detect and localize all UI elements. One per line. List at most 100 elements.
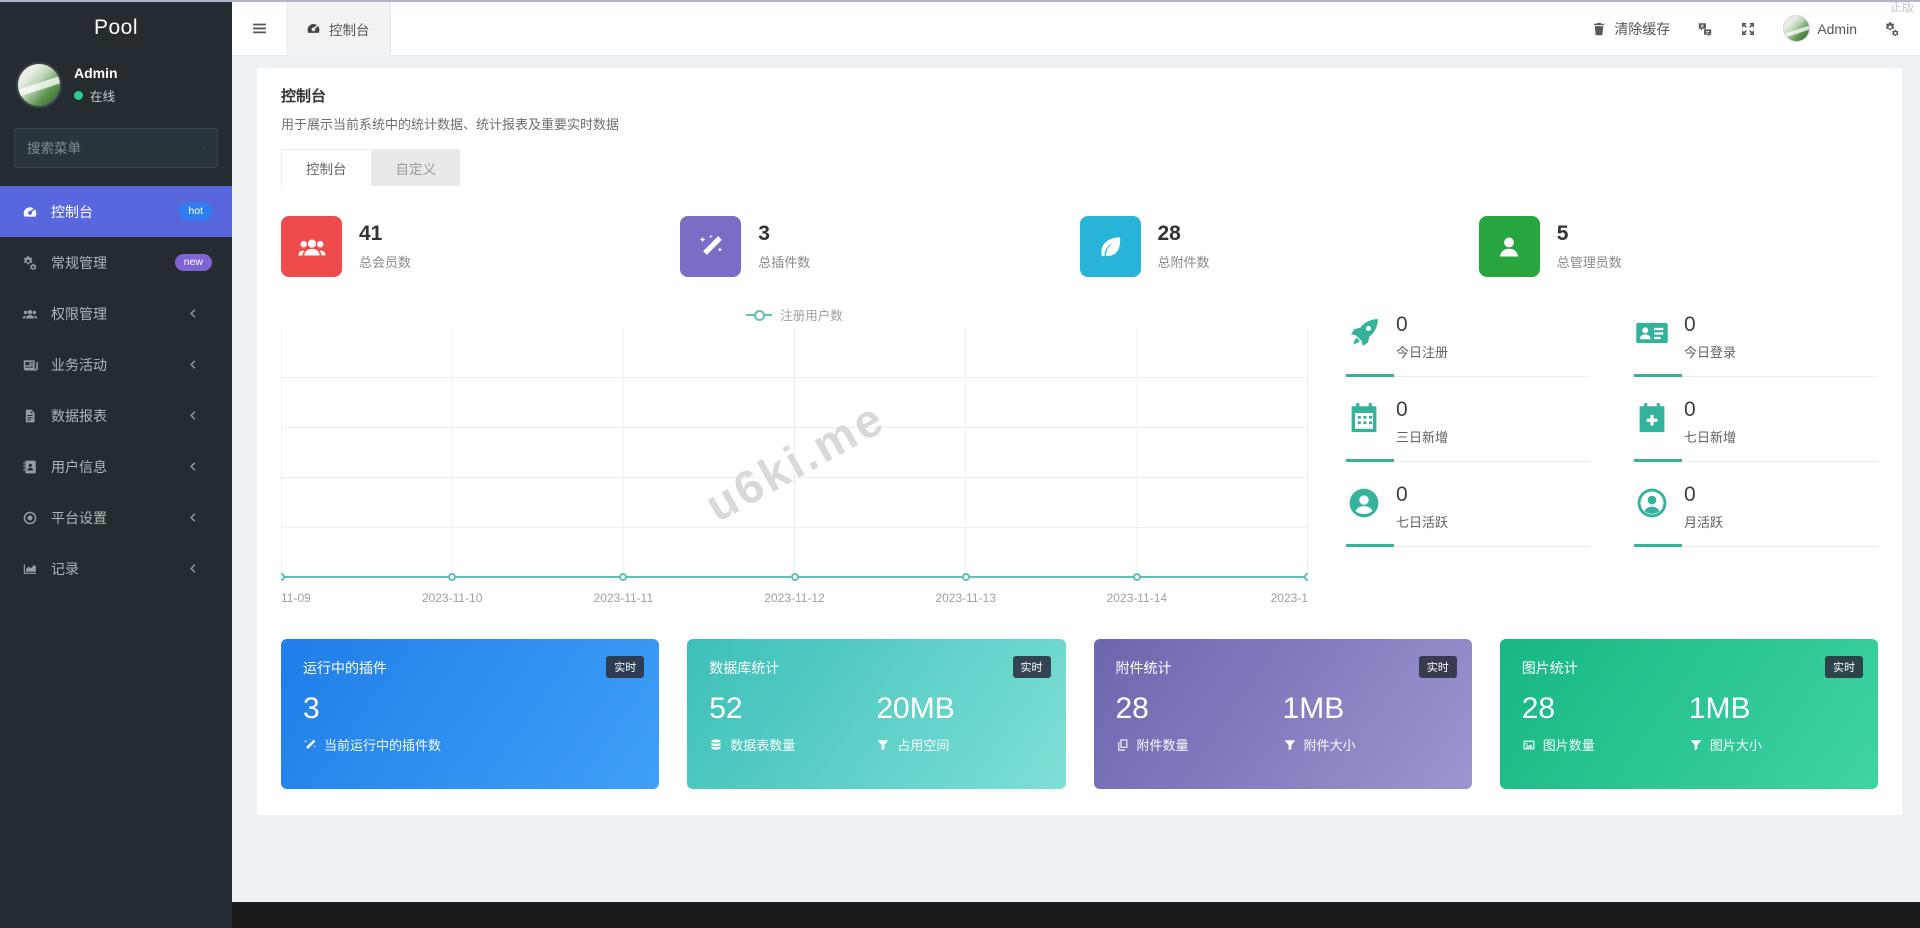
funnel-icon [1689, 738, 1703, 752]
data-point[interactable] [619, 573, 628, 581]
area-chart-icon [22, 561, 38, 577]
online-dot-icon [74, 91, 83, 100]
accent-underline [1346, 374, 1590, 377]
x-tick: 2023-11-12 [764, 591, 825, 605]
topbar: 控制台 清除缓存 Admin 正版 [232, 0, 1920, 56]
tab-dashboard[interactable]: 控制台 [281, 149, 372, 186]
sidebar-item-business[interactable]: 业务活动 [0, 339, 232, 390]
id-card-icon [1634, 315, 1670, 351]
database-icon [709, 738, 723, 752]
user-menu[interactable]: Admin [1783, 15, 1857, 42]
image-icon [1522, 738, 1536, 752]
sidebar-item-reports[interactable]: 数据报表 [0, 390, 232, 441]
fullscreen-button[interactable] [1740, 21, 1756, 37]
funnel-icon [1283, 738, 1297, 752]
page-subtitle: 用于展示当前系统中的统计数据、统计报表及重要实时数据 [281, 117, 620, 132]
sidebar-item-auth[interactable]: 权限管理 [0, 288, 232, 339]
bottom-dark-strip [232, 902, 1920, 928]
cogs-icon [1884, 21, 1900, 37]
stats-row: 41 总会员数 3 总插件数 28 总附件数 5 总管理员数 [281, 216, 1878, 277]
sidebar: Pool Admin 在线 控制台 hot 常规管理 new [0, 2, 232, 928]
clear-cache-button[interactable]: 清除缓存 [1591, 19, 1670, 39]
chevron-left-icon [186, 511, 199, 524]
users-icon [22, 306, 38, 322]
stat-admins: 5 总管理员数 [1478, 216, 1878, 277]
data-point[interactable] [281, 573, 285, 581]
topbar-tab-dashboard[interactable]: 控制台 [286, 1, 391, 56]
brand-logo: Pool [93, 16, 139, 39]
card-running-plugins[interactable]: 运行中的插件 实时 3 当前运行中的插件数 [281, 639, 660, 789]
leaf-icon [1096, 233, 1124, 261]
sidebar-item-records[interactable]: 记录 [0, 543, 232, 594]
page-title: 控制台 [281, 88, 327, 105]
search-input[interactable] [27, 140, 204, 156]
sidebar-toggle-button[interactable] [232, 2, 286, 56]
sidebar-item-dashboard[interactable]: 控制台 hot [0, 186, 232, 237]
sidebar-item-platform[interactable]: 平台设置 [0, 492, 232, 543]
quick-stat-7day-new: 0 七日新增 [1634, 398, 1878, 462]
page-content: 控制台 用于展示当前系统中的统计数据、统计报表及重要实时数据 控制台 自定义 4… [232, 56, 1920, 928]
realtime-badge: 实时 [1825, 656, 1863, 678]
magic-wand-icon [697, 233, 725, 261]
x-tick: 2023-11-13 [935, 591, 996, 605]
calendar-icon [1346, 400, 1382, 436]
chart-legend[interactable]: 注册用户数 [281, 305, 1308, 324]
x-tick: 2023-11-11 [593, 591, 654, 605]
accent-underline [1346, 544, 1590, 547]
avatar[interactable] [16, 62, 62, 108]
sidebar-item-user-info[interactable]: 用户信息 [0, 441, 232, 492]
data-point[interactable] [790, 573, 799, 581]
dashboard-icon [306, 21, 321, 36]
search-icon[interactable] [204, 141, 205, 155]
address-book-icon [22, 459, 38, 475]
card-attachments[interactable]: 附件统计 实时 28 附件数量 1MB 附件大小 [1093, 639, 1472, 789]
stat-plugins: 3 总插件数 [680, 216, 1079, 277]
card-database[interactable]: 数据库统计 实时 52 数据表数量 20MB 占用空间 [687, 639, 1066, 789]
sidebar-menu: 控制台 hot 常规管理 new 权限管理 业务活动 数据报表 用户信息 平台设… [0, 186, 232, 594]
accent-underline [1346, 459, 1590, 462]
fullscreen-icon [1740, 21, 1756, 37]
stat-attachments: 28 总附件数 [1079, 216, 1479, 277]
accent-underline [1634, 459, 1878, 462]
chevron-left-icon [186, 307, 199, 320]
menu-search[interactable] [14, 128, 218, 168]
settings-button[interactable] [1884, 21, 1900, 37]
chart-grid [281, 327, 1308, 577]
tab-custom[interactable]: 自定义 [371, 149, 460, 186]
data-point[interactable] [961, 573, 970, 581]
sidebar-item-general[interactable]: 常规管理 new [0, 237, 232, 288]
newspaper-icon [22, 357, 38, 373]
realtime-badge: 实时 [606, 656, 645, 678]
data-point[interactable] [1132, 573, 1141, 581]
x-tick: 2023-11-14 [1106, 591, 1168, 605]
stat-members: 41 总会员数 [281, 216, 680, 277]
dashboard-icon [22, 204, 38, 220]
quick-stat-today-registered: 0 今日注册 [1346, 313, 1590, 377]
legend-marker-icon [746, 309, 773, 321]
trash-icon [1591, 21, 1607, 37]
accent-underline [1634, 374, 1878, 377]
chevron-left-icon [186, 358, 199, 371]
card-images[interactable]: 图片统计 实时 28 图片数量 1MB 图片大小 [1499, 639, 1878, 789]
rocket-icon [1346, 315, 1382, 351]
language-icon [1697, 21, 1713, 37]
users-icon [297, 232, 327, 262]
x-tick: 2023-1 [1270, 591, 1308, 605]
registered-users-chart[interactable]: 注册用户数 u6ki.me 11-09 2023-11-10 2023-11-1… [281, 305, 1308, 605]
user-status: 在线 [74, 86, 118, 105]
cards-row: 运行中的插件 实时 3 当前运行中的插件数 数据库统计 实时 52 数据表数量 … [281, 639, 1878, 789]
user-icon [1495, 233, 1523, 261]
realtime-badge: 实时 [1418, 656, 1457, 678]
calendar-plus-icon [1634, 400, 1670, 436]
quick-stat-7day-active: 0 七日活跃 [1346, 483, 1590, 547]
chevron-left-icon [186, 562, 199, 575]
hamburger-icon [251, 20, 268, 37]
language-button[interactable] [1697, 21, 1713, 37]
cogs-icon [22, 255, 38, 271]
data-point[interactable] [1304, 573, 1308, 581]
corner-watermark: 正版 [1889, 0, 1914, 14]
magic-wand-icon [303, 738, 317, 752]
data-point[interactable] [448, 573, 457, 581]
avatar [1783, 15, 1811, 42]
bullseye-icon [22, 510, 38, 526]
